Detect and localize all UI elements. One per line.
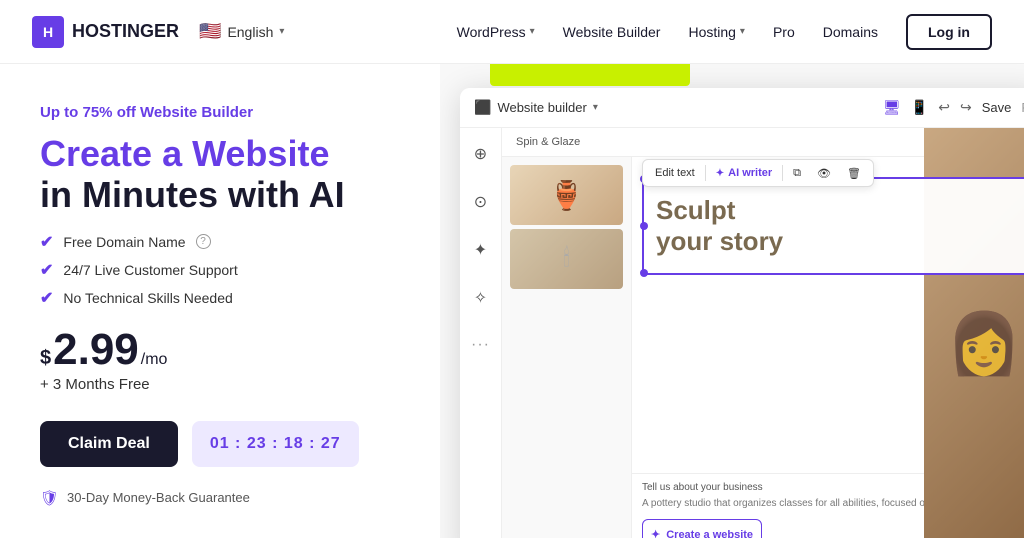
desktop-icon[interactable]: 🖥	[883, 99, 901, 116]
features-list: ✔ Free Domain Name ? ✔ 24/7 Live Custome…	[40, 232, 408, 308]
editor-topbar-label: Website builder	[497, 100, 586, 115]
floating-toolbar: Edit text ✦ AI writer ⧉ 👁	[642, 159, 874, 187]
check-icon: ✔	[40, 288, 53, 308]
login-button[interactable]: Log in	[906, 14, 992, 50]
language-label: English	[227, 24, 273, 40]
feature-no-skills: ✔ No Technical Skills Needed	[40, 288, 408, 308]
navigate-tool[interactable]: ⊙	[467, 188, 495, 216]
add-tool[interactable]: ⊕	[467, 140, 495, 168]
navbar: H HOSTINGER 🇺🇸 English ▾ WordPress ▾ Web…	[0, 0, 1024, 64]
hero-text-content: Sculptyour story	[656, 195, 1020, 257]
copy-tool[interactable]: ⧉	[785, 163, 809, 184]
more-tools-icon: ···	[471, 336, 490, 354]
nav-website-builder[interactable]: Website Builder	[563, 24, 661, 40]
feature-support: ✔ 24/7 Live Customer Support	[40, 260, 408, 280]
free-months-label: + 3 Months Free	[40, 376, 408, 393]
site-images-column: 🏺 🕯	[502, 157, 632, 538]
candles-image: 🕯	[510, 229, 623, 289]
save-button[interactable]: Save	[982, 100, 1012, 115]
language-selector[interactable]: 🇺🇸 English ▾	[199, 21, 284, 42]
selected-text-element[interactable]: Sculptyour story	[642, 177, 1024, 275]
check-icon: ✔	[40, 232, 53, 252]
undo-icon[interactable]: ↩	[938, 99, 950, 116]
brand-name: HOSTINGER	[72, 21, 179, 42]
mobile-icon[interactable]: 📱	[911, 99, 928, 116]
nav-domains[interactable]: Domains	[823, 24, 878, 40]
sparkle-icon: ✦	[651, 528, 660, 538]
editor-canvas: Spin & Glaze 🏺 🕯	[502, 128, 1024, 538]
person-silhouette-icon: 👩	[947, 308, 1022, 379]
discount-percent: 75%	[83, 104, 113, 121]
nav-pro[interactable]: Pro	[773, 24, 795, 40]
editor-topbar: ⬛ Website builder ▾ 🖥 📱 ↩ ↪ Save P	[460, 88, 1024, 128]
countdown-timer: 01 : 23 : 18 : 27	[192, 421, 359, 467]
price-value: 2.99	[53, 328, 139, 372]
pricing-section: $ 2.99 /mo + 3 Months Free	[40, 328, 408, 393]
chevron-down-icon: ▾	[593, 102, 598, 113]
discount-badge: Up to 75% off Website Builder	[40, 104, 408, 121]
cta-row: Claim Deal 01 : 23 : 18 : 27	[40, 421, 408, 467]
hero-title: Create a Website in Minutes with AI	[40, 133, 408, 216]
nav-wordpress[interactable]: WordPress ▾	[457, 24, 535, 40]
price-period: /mo	[141, 351, 168, 369]
redo-icon[interactable]: ↪	[960, 99, 972, 116]
guarantee-badge: 🛡 30-Day Money-Back Guarantee	[40, 489, 408, 507]
nav-hosting[interactable]: Hosting ▾	[688, 24, 745, 40]
hero-section: Up to 75% off Website Builder Create a W…	[0, 64, 440, 538]
chevron-down-icon: ▾	[740, 26, 745, 37]
pottery-image: 🏺	[510, 165, 623, 225]
ai-tool[interactable]: ✦	[467, 236, 495, 264]
element-tool[interactable]: ✧	[467, 284, 495, 312]
logo-icon: H	[32, 16, 64, 48]
sparkle-icon: ✦	[716, 168, 724, 179]
shield-icon: 🛡	[40, 489, 59, 507]
create-website-button[interactable]: ✦ Create a website	[642, 519, 762, 538]
delete-tool[interactable]: 🗑	[839, 163, 869, 184]
chevron-down-icon: ▾	[279, 26, 284, 37]
toolbar-divider	[705, 165, 706, 181]
help-icon[interactable]: ?	[196, 234, 211, 249]
feature-domain: ✔ Free Domain Name ?	[40, 232, 408, 252]
site-preview: Spin & Glaze 🏺 🕯	[502, 128, 1024, 538]
resize-handle-ml[interactable]	[640, 222, 648, 230]
check-icon: ✔	[40, 260, 53, 280]
flag-icon: 🇺🇸	[199, 21, 221, 42]
currency-symbol: $	[40, 347, 51, 370]
preview-area: ⬛ Website builder ▾ 🖥 📱 ↩ ↪ Save P ⊕ ⊙	[440, 64, 1024, 538]
logo: H HOSTINGER	[32, 16, 179, 48]
chevron-down-icon: ▾	[530, 26, 535, 37]
preview-tool[interactable]: 👁	[809, 163, 839, 184]
claim-deal-button[interactable]: Claim Deal	[40, 421, 178, 467]
ai-writer-tool[interactable]: ✦ AI writer	[708, 163, 780, 183]
resize-handle-bl[interactable]	[640, 269, 648, 277]
editor-sidebar: ⊕ ⊙ ✦ ✧ ···	[460, 128, 502, 538]
edit-text-tool[interactable]: Edit text	[647, 163, 703, 183]
editor-window: ⬛ Website builder ▾ 🖥 📱 ↩ ↪ Save P ⊕ ⊙	[460, 88, 1024, 538]
toolbar-divider	[782, 165, 783, 181]
lime-accent-bar	[490, 64, 690, 86]
